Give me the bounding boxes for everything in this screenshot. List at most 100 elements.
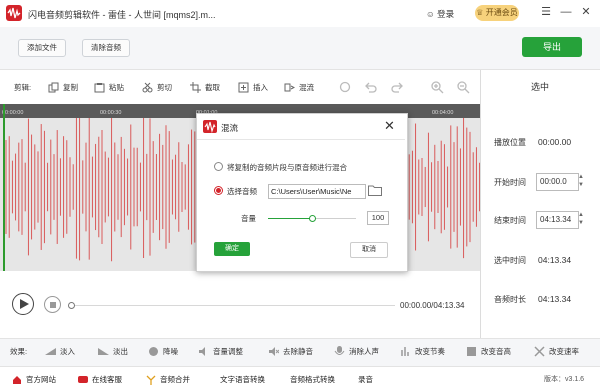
duration-value: 04:13.34 (538, 294, 572, 304)
volume-label: 音量 (241, 214, 256, 223)
speaker-icon (198, 346, 209, 357)
playhead[interactable] (3, 104, 5, 271)
change-pitch-button[interactable]: 改变音高 (466, 346, 511, 357)
paste-icon (94, 82, 105, 93)
clear-audio-button[interactable]: 清除音频 (82, 39, 130, 57)
rate-icon (534, 346, 545, 357)
redo-icon[interactable] (390, 80, 404, 94)
mix-icon (284, 82, 295, 93)
audio-path-input[interactable]: C:\Users\User\Music\Ne (268, 184, 366, 199)
paste-button[interactable]: 粘贴 (94, 82, 124, 93)
mix-copied-radio[interactable] (214, 162, 223, 171)
remove-vocals-button[interactable]: 消除人声 (334, 346, 379, 357)
online-service-link[interactable]: 在线客服 (78, 374, 122, 385)
fade-out-icon (98, 346, 109, 357)
insert-button[interactable]: 插入 (238, 82, 268, 93)
record-link[interactable]: 录音 (358, 374, 373, 385)
denoise-button[interactable]: 降噪 (148, 346, 178, 357)
volume-input[interactable]: 100 (367, 211, 389, 225)
menu-icon[interactable]: ☰ (540, 6, 552, 18)
chat-icon (78, 375, 88, 385)
fade-in-label: 淡入 (60, 347, 75, 356)
trim-label: 截取 (205, 83, 220, 92)
start-time-input[interactable]: 00:00.0 (536, 173, 579, 191)
window-title: 闪电音频剪辑软件 - 雷佳 - 人世间 [mqms2].m... (28, 10, 216, 20)
panel-title: 选中 (530, 82, 549, 92)
fade-in-icon (45, 346, 56, 357)
audio-merge-link[interactable]: 音频合并 (146, 374, 190, 385)
copy-icon (48, 82, 59, 93)
denoise-label: 降噪 (163, 347, 178, 356)
seek-knob[interactable] (68, 302, 75, 309)
remove-silence-button[interactable]: 去除静音 (268, 346, 313, 357)
export-button[interactable]: 导出 (522, 37, 582, 57)
stop-icon (49, 301, 56, 308)
change-tempo-button[interactable]: 改变节奏 (400, 346, 445, 357)
paste-label: 粘贴 (109, 83, 124, 92)
dialog-title: 混流 (221, 123, 239, 133)
scissors-icon (142, 82, 153, 93)
change-tempo-label: 改变节奏 (415, 347, 445, 356)
copy-button[interactable]: 复制 (48, 82, 78, 93)
vip-button[interactable]: ♕ 开通会员 (475, 5, 519, 21)
loop-icon[interactable] (338, 80, 352, 94)
ok-button[interactable]: 确定 (214, 242, 250, 256)
folder-icon[interactable] (368, 184, 382, 196)
zoom-in-icon[interactable] (430, 80, 444, 94)
pitch-icon (466, 346, 477, 357)
app-logo-icon (6, 5, 22, 21)
play-position-label: 播放位置 (494, 138, 526, 147)
end-time-input[interactable]: 04:13.34 (536, 211, 579, 229)
start-time-spinner[interactable]: ▲ ▼ (577, 173, 585, 189)
selected-time-value: 04:13.34 (538, 255, 572, 265)
merge-icon (146, 375, 156, 385)
select-audio-label: 选择音频 (227, 187, 257, 196)
tempo-icon (400, 346, 411, 357)
audio-merge-label: 音频合并 (160, 375, 190, 384)
select-audio-radio[interactable] (214, 186, 223, 195)
insert-icon (238, 82, 249, 93)
vocal-icon (334, 346, 345, 357)
add-file-button[interactable]: 添加文件 (18, 39, 66, 57)
fade-in-button[interactable]: 淡入 (45, 346, 75, 357)
format-convert-link[interactable]: 音频格式转换 (290, 374, 335, 385)
copy-label: 复制 (63, 83, 78, 92)
official-site-label: 官方网站 (26, 375, 56, 384)
play-icon (20, 299, 29, 309)
play-button[interactable] (12, 293, 34, 315)
ruler-tick: 00:00:30 (100, 110, 122, 116)
home-icon (12, 375, 22, 385)
change-rate-button[interactable]: 改变速率 (534, 346, 579, 357)
volume-adjust-label: 音量调整 (213, 347, 243, 356)
dialog-divider (197, 139, 405, 140)
fade-out-label: 淡出 (113, 347, 128, 356)
remove-silence-label: 去除静音 (283, 347, 313, 356)
mix-button[interactable]: 混流 (284, 82, 314, 93)
dialog-close-icon[interactable]: ✕ (384, 119, 395, 132)
volume-adjust-button[interactable]: 音量调整 (198, 346, 243, 357)
close-icon[interactable]: ✕ (580, 6, 592, 18)
zoom-out-icon[interactable] (456, 80, 470, 94)
fade-out-button[interactable]: 淡出 (98, 346, 128, 357)
change-pitch-label: 改变音高 (481, 347, 511, 356)
login-link[interactable]: ☺ 登录 (426, 8, 454, 20)
volume-slider-knob[interactable] (309, 215, 316, 222)
undo-icon[interactable] (364, 80, 378, 94)
denoise-icon (148, 346, 159, 357)
cancel-button[interactable]: 取消 (350, 242, 388, 258)
login-label: 登录 (437, 9, 455, 19)
minimize-icon[interactable]: — (560, 6, 572, 18)
end-time-spinner[interactable]: ▲ ▼ (577, 211, 585, 227)
trim-button[interactable]: 截取 (190, 82, 220, 93)
seek-bar[interactable] (75, 305, 395, 306)
crop-icon (190, 82, 201, 93)
volume-slider-fill (268, 218, 312, 219)
text-speech-link[interactable]: 文字语音转换 (220, 374, 265, 385)
official-site-link[interactable]: 官方网站 (12, 374, 56, 385)
mute-icon (268, 346, 279, 357)
cut-button[interactable]: 剪切 (142, 82, 172, 93)
play-position-value: 00:00.00 (538, 137, 572, 147)
end-time-label: 结束时间 (494, 216, 526, 225)
vip-icon: ♕ (476, 8, 484, 17)
stop-button[interactable] (44, 296, 61, 313)
